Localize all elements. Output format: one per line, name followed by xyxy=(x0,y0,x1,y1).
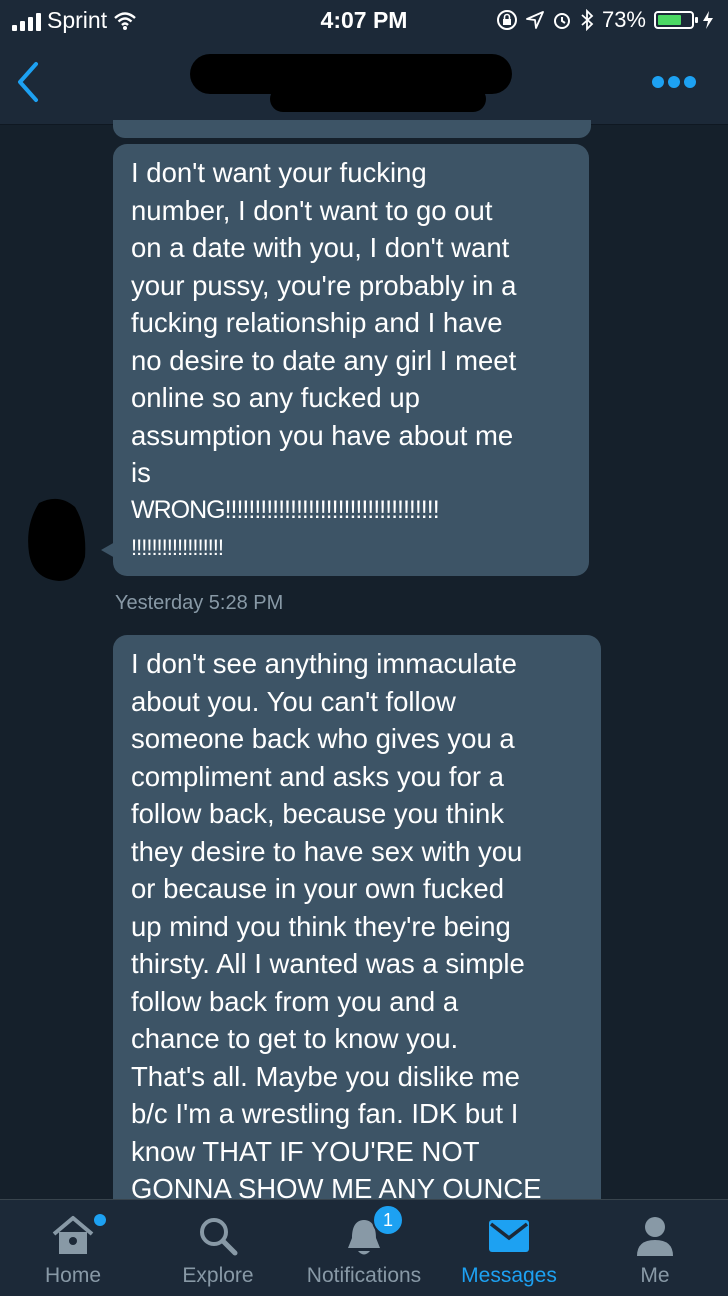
tab-label: Messages xyxy=(461,1264,557,1287)
conversation-header xyxy=(0,40,728,125)
tab-label: Notifications xyxy=(306,1264,422,1287)
message-line: no desire to date any girl I meet xyxy=(131,344,517,376)
message-line: number, I don't want to go out xyxy=(131,194,493,226)
message-line: I don't see anything immaculate xyxy=(131,648,517,679)
tab-home[interactable]: Home xyxy=(22,1200,124,1296)
message-line: compliment and asks you for a xyxy=(131,760,504,792)
lock-rotation-icon xyxy=(496,10,517,30)
status-bar: Sprint 4:07 PM 73% xyxy=(0,0,728,40)
message-bubble[interactable]: I don't want your fucking number, I don'… xyxy=(101,144,589,576)
tab-notifications[interactable]: 1 Notifications xyxy=(296,1200,432,1296)
message-line: I don't want your fucking xyxy=(131,157,427,188)
message-line: follow back from you and a xyxy=(131,985,459,1017)
location-icon xyxy=(526,11,544,29)
message-line: or because in your own fucked xyxy=(131,873,504,904)
status-right: 73% xyxy=(496,7,714,33)
message-bubble[interactable]: I don't see anything immaculate about yo… xyxy=(113,635,601,1235)
previous-message-bubble xyxy=(113,120,591,138)
message-line: follow back, because you think xyxy=(131,798,504,829)
notification-badge: 1 xyxy=(372,1204,404,1236)
battery-percent: 73% xyxy=(601,7,646,32)
message-line: up mind you think they're being xyxy=(131,910,511,942)
more-dots-icon xyxy=(652,76,664,88)
battery-icon xyxy=(654,11,698,29)
search-icon xyxy=(200,1218,238,1256)
tab-label: Explore xyxy=(182,1264,254,1287)
message-line: your pussy, you're probably in a xyxy=(131,269,517,301)
message-line: fucking relationship and I have xyxy=(131,307,503,338)
new-content-dot xyxy=(94,1214,106,1226)
message-line: assumption you have about me xyxy=(131,419,514,451)
message-line: !!!!!!!!!!!!!!!!!! xyxy=(131,535,224,560)
chevron-left-icon xyxy=(18,62,38,102)
message-line: thirsty. All I wanted was a simple xyxy=(131,948,525,979)
message-timestamp: Yesterday 5:28 PM xyxy=(115,592,284,614)
bottom-tab-bar: Home Explore 1 Notifications Messages Me xyxy=(0,1199,728,1296)
bubble-tail xyxy=(101,542,115,558)
bluetooth-icon xyxy=(581,9,594,31)
tab-label: Home xyxy=(44,1264,102,1287)
tab-label: Me xyxy=(640,1264,670,1287)
tab-explore[interactable]: Explore xyxy=(172,1200,264,1296)
alarm-icon xyxy=(553,13,570,29)
message-line: on a date with you, I don't want xyxy=(131,232,510,263)
message-line: That's all. Maybe you dislike me xyxy=(131,1060,520,1092)
message-line: online so any fucked up xyxy=(131,382,420,413)
back-button[interactable] xyxy=(14,60,44,104)
envelope-icon xyxy=(489,1220,529,1252)
redacted-avatar[interactable] xyxy=(25,497,91,583)
message-line: is xyxy=(131,457,151,488)
redacted-contact-handle xyxy=(270,86,486,112)
message-line: about you. You can't follow xyxy=(131,685,456,717)
message-line: b/c I'm a wrestling fan. IDK but I xyxy=(131,1098,519,1129)
tab-messages[interactable]: Messages xyxy=(456,1200,562,1296)
message-line: they desire to have sex with you xyxy=(131,835,523,867)
battery-level-fill xyxy=(658,15,681,25)
message-line: someone back who gives you a xyxy=(131,723,515,754)
tab-me[interactable]: Me xyxy=(620,1200,690,1296)
message-line: know THAT IF YOU'RE NOT xyxy=(131,1135,480,1167)
more-options-button[interactable] xyxy=(652,76,696,88)
charging-icon xyxy=(703,11,713,29)
person-icon xyxy=(637,1217,673,1256)
home-icon xyxy=(52,1216,94,1254)
message-line: WRONG!!!!!!!!!!!!!!!!!!!!!!!!!!!!!!!!!!!… xyxy=(131,495,440,524)
message-line: chance to get to know you. xyxy=(131,1023,459,1054)
